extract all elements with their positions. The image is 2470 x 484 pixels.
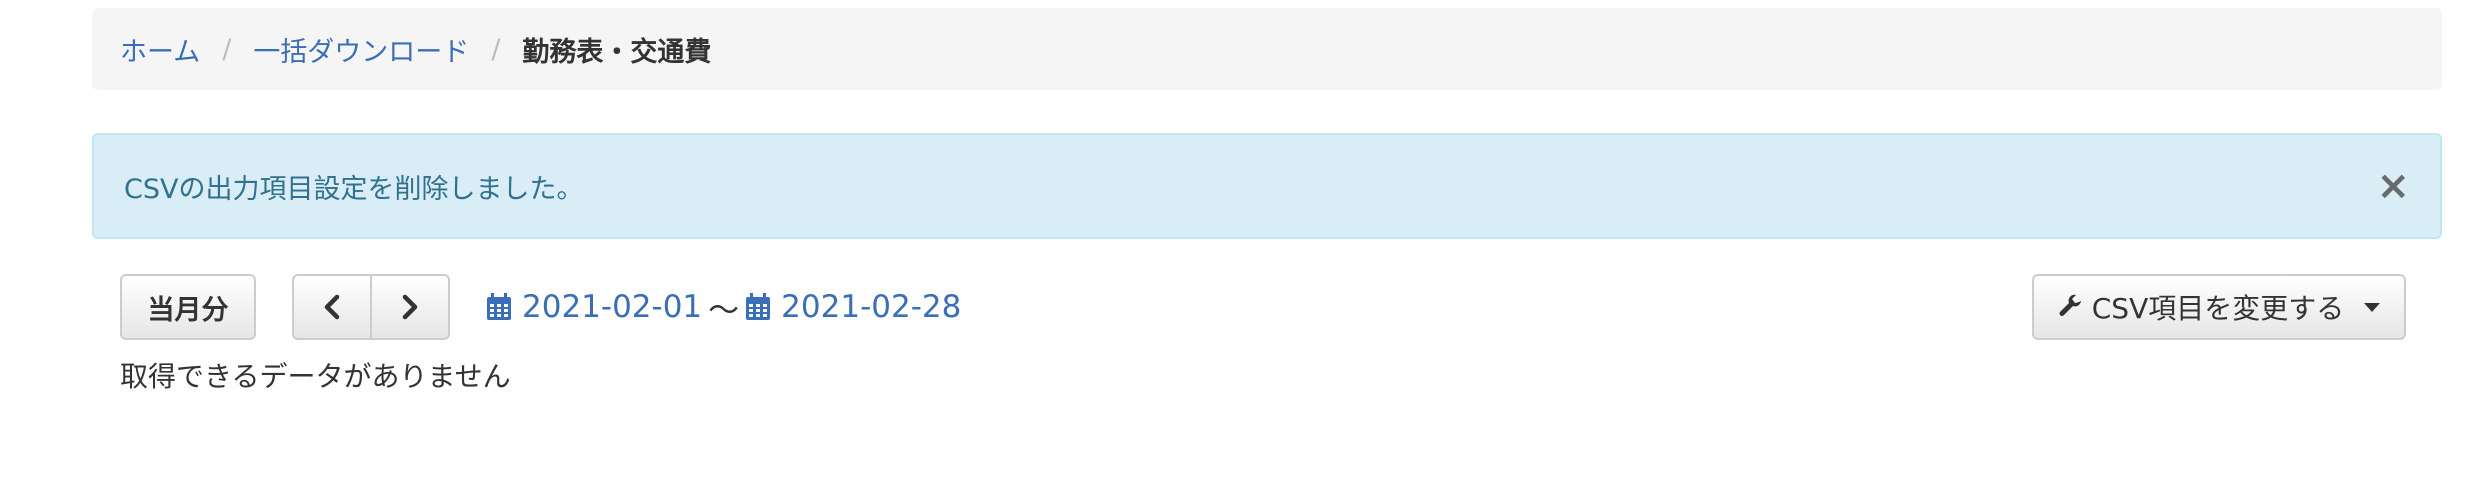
alert-message: CSVの出力項目設定を削除しました。 — [124, 173, 584, 205]
breadcrumb-separator: / — [491, 33, 501, 65]
calendar-icon — [487, 293, 511, 320]
breadcrumb-separator: / — [222, 33, 232, 65]
info-alert: CSVの出力項目設定を削除しました。 × — [92, 133, 2442, 239]
breadcrumb-current: 勤務表・交通費 — [522, 36, 712, 68]
current-month-button[interactable]: 当月分 — [120, 274, 256, 340]
chevron-left-icon — [324, 294, 340, 320]
chevron-right-icon — [402, 294, 418, 320]
empty-state-message: 取得できるデータがありません — [120, 360, 511, 393]
wrench-icon — [2059, 294, 2081, 316]
csv-settings-label: CSV項目を変更する — [2091, 292, 2345, 325]
breadcrumb: ホーム / 一括ダウンロード / 勤務表・交通費 — [92, 8, 2442, 90]
prev-month-button[interactable] — [292, 274, 372, 340]
range-separator: 〜 — [708, 292, 740, 329]
close-icon[interactable]: × — [2376, 166, 2410, 206]
breadcrumb-home-link[interactable]: ホーム — [120, 30, 200, 69]
date-range: 2021-02-01 〜 2021-02-28 — [486, 280, 961, 334]
next-month-button[interactable] — [370, 274, 450, 340]
end-date-link[interactable]: 2021-02-28 — [781, 289, 961, 325]
calendar-icon — [746, 293, 771, 320]
caret-down-icon — [2364, 302, 2381, 312]
start-date-link[interactable]: 2021-02-01 — [522, 289, 702, 325]
month-nav-group — [292, 274, 452, 340]
csv-settings-dropdown-button[interactable]: CSV項目を変更する — [2032, 274, 2406, 340]
breadcrumb-bulk-download-link[interactable]: 一括ダウンロード — [253, 30, 469, 69]
